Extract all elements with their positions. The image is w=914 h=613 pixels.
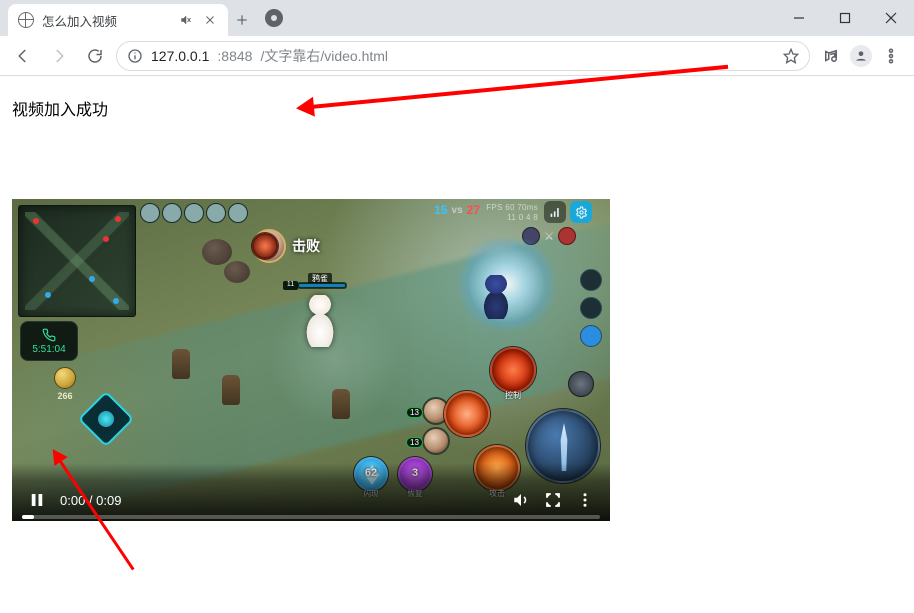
quick-chat-icon [580, 269, 602, 291]
signal-icon [544, 201, 566, 223]
hud-kda: 11 0 4 8 [507, 213, 538, 222]
target-indicator: 击败 [252, 229, 320, 263]
target-skill-icon [252, 233, 278, 259]
teammate-portrait: 13 [422, 427, 450, 455]
profile-indicator-icon[interactable] [256, 0, 292, 36]
self-level: 11 [283, 281, 298, 290]
nav-reload-button[interactable] [80, 41, 110, 71]
video-menu-button[interactable] [576, 491, 594, 509]
seek-bar[interactable] [22, 515, 600, 519]
target-label: 击败 [292, 236, 320, 256]
chat-icon [580, 325, 602, 347]
url-port: :8848 [217, 48, 252, 64]
tab-close-icon[interactable] [202, 12, 218, 28]
window-close-button[interactable] [868, 0, 914, 36]
teammate-level: 13 [406, 437, 423, 448]
ally-hero-icons [140, 203, 248, 223]
browser-tab[interactable]: 怎么加入视频 [8, 4, 228, 36]
skill-2-button [444, 391, 490, 437]
new-tab-button[interactable] [228, 4, 256, 36]
browser-toolbar: 127.0.0.1 :8848/文字靠右/video.html [0, 36, 914, 76]
enemy-character [478, 275, 514, 319]
browser-titlebar: 怎么加入视频 [0, 0, 914, 36]
teammate-level: 13 [406, 407, 423, 418]
skill-3-button [490, 347, 536, 393]
window-controls [776, 0, 914, 36]
site-info-icon[interactable] [127, 48, 143, 64]
score-vs: vs [452, 205, 463, 216]
audio-muted-icon[interactable] [178, 12, 194, 28]
window-minimize-button[interactable] [776, 0, 822, 36]
success-message: 视频加入成功 [12, 96, 902, 120]
url-host: 127.0.0.1 [151, 48, 209, 64]
gold-value: 266 [57, 391, 72, 401]
page-content: 视频加入成功 5:51:04 266 [0, 76, 914, 140]
self-hp-bar [298, 283, 346, 288]
game-minimap [18, 205, 136, 317]
duration: 0:09 [96, 493, 121, 508]
score-red: 27 [467, 203, 480, 217]
jungle-monster [202, 239, 232, 265]
phone-icon [42, 328, 56, 342]
globe-icon [18, 12, 34, 28]
profile-avatar-icon[interactable] [850, 45, 872, 67]
score-blue: 15 [434, 203, 447, 217]
url-path: /文字靠右/video.html [260, 46, 388, 66]
play-pause-button[interactable] [28, 491, 46, 509]
nav-back-button[interactable] [8, 41, 38, 71]
recall-button [568, 371, 594, 397]
browser-menu-button[interactable] [876, 41, 906, 71]
skill-3-label: 控制 [490, 390, 536, 401]
gold-indicator: 266 [50, 367, 80, 401]
call-timer: 5:51:04 [20, 321, 78, 361]
hud-fps-ping: FPS 60 70ms [486, 203, 538, 212]
ping-icon [580, 297, 602, 319]
scoreboard: 15 vs 27 [434, 203, 480, 217]
tab-title: 怎么加入视频 [42, 11, 170, 30]
timer-value: 5:51:04 [32, 344, 65, 355]
player-character [300, 295, 340, 347]
fullscreen-button[interactable] [544, 491, 562, 509]
settings-gear-icon [570, 201, 592, 223]
video-controls: 0:00 / 0:09 [12, 463, 610, 521]
jungle-monster [224, 261, 250, 283]
nav-forward-button[interactable] [44, 41, 74, 71]
bookmark-star-icon[interactable] [783, 48, 799, 64]
volume-button[interactable] [512, 491, 530, 509]
media-control-icon[interactable] [816, 41, 846, 71]
coin-icon [54, 367, 76, 389]
video-player[interactable]: 5:51:04 266 15 vs 27 FPS 60 70ms 11 0 4 … [12, 199, 610, 521]
window-maximize-button[interactable] [822, 0, 868, 36]
